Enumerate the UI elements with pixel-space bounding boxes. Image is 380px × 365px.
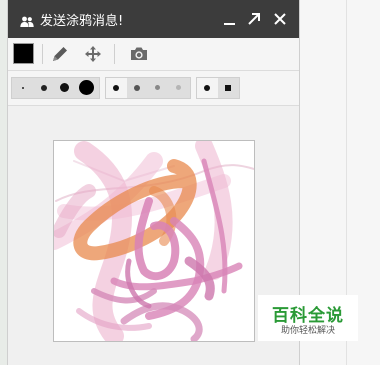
tool-toolbar — [8, 38, 299, 71]
separator — [42, 44, 43, 64]
minimize-icon[interactable] — [220, 9, 240, 29]
watermark-logo: 百科全说 助你轻松解决 — [258, 295, 358, 341]
pencil-icon[interactable] — [49, 44, 71, 64]
opacity-option[interactable] — [127, 78, 148, 98]
doodle-drawing — [54, 141, 254, 341]
brush-shape-group — [196, 77, 240, 99]
contacts-icon — [20, 13, 34, 27]
opacity-option[interactable] — [169, 78, 190, 98]
opacity-option[interactable] — [106, 78, 127, 98]
camera-icon[interactable] — [128, 44, 150, 64]
canvas-area — [8, 106, 299, 365]
close-icon[interactable] — [270, 9, 290, 29]
square-brush-option[interactable] — [218, 78, 239, 98]
options-toolbar — [8, 71, 299, 106]
drawing-canvas[interactable] — [53, 140, 255, 342]
expand-icon[interactable] — [244, 9, 264, 29]
window-title: 发送涂鸦消息! — [40, 14, 124, 29]
doodle-window: 发送涂鸦消息! — [7, 0, 300, 365]
watermark-subtitle: 助你轻松解决 — [280, 326, 335, 336]
move-icon[interactable] — [82, 44, 104, 64]
brush-size-group — [11, 77, 100, 99]
brush-size-option[interactable] — [33, 78, 54, 98]
desktop-background-left — [0, 0, 7, 365]
color-picker[interactable] — [13, 43, 34, 64]
round-brush-option[interactable] — [197, 78, 218, 98]
brush-size-option[interactable] — [12, 78, 33, 98]
separator — [114, 44, 115, 64]
opacity-option[interactable] — [148, 78, 169, 98]
brush-size-option[interactable] — [54, 78, 75, 98]
opacity-group — [105, 77, 191, 99]
brush-size-option[interactable] — [75, 78, 99, 98]
title-bar[interactable]: 发送涂鸦消息! — [8, 0, 299, 38]
